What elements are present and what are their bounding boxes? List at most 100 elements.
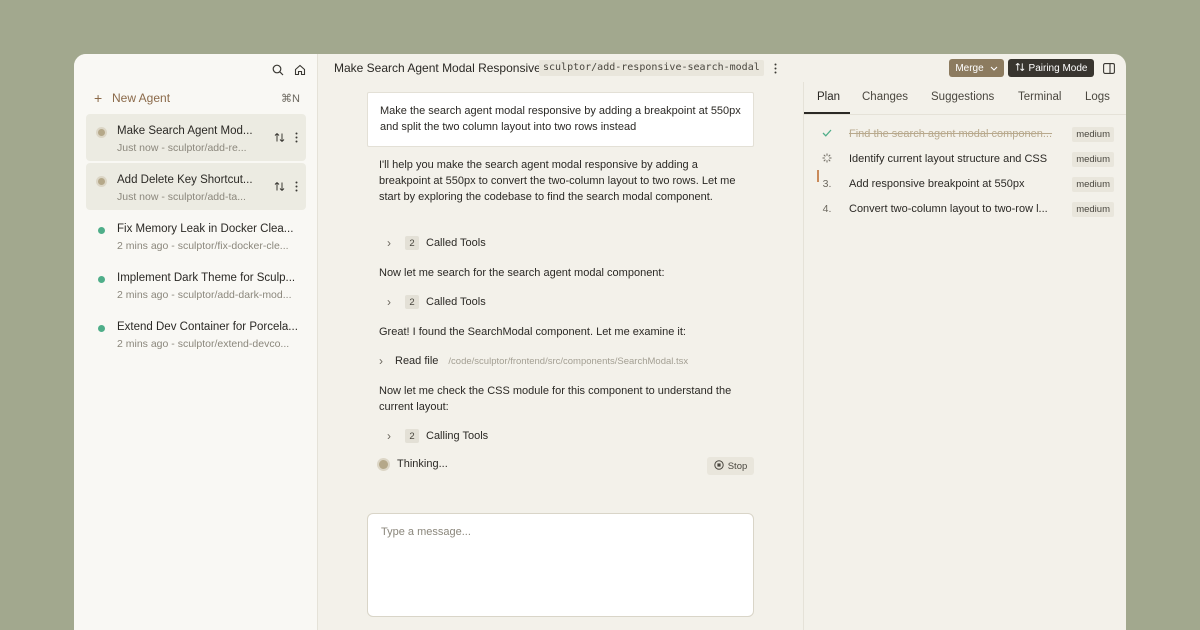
stop-label: Stop <box>727 460 748 472</box>
branch-name: sculptor/add-responsive-search-modal <box>539 60 764 76</box>
tab-suggestions[interactable]: Suggestions <box>931 91 994 103</box>
agent-subtitle: Just now - sculptor/add-re... <box>117 142 247 154</box>
tool-call-group[interactable]: › 2 Called Tools <box>387 235 486 251</box>
priority-badge: medium <box>1072 126 1114 142</box>
new-agent-button[interactable]: + New Agent ⌘N <box>94 90 300 106</box>
chevron-right-icon: › <box>387 295 391 309</box>
agent-subtitle: 2 mins ago - sculptor/add-dark-mod... <box>117 289 292 301</box>
status-running-icon <box>379 459 388 469</box>
file-path: /code/sculptor/frontend/src/components/S… <box>448 355 689 367</box>
more-icon[interactable] <box>295 130 298 148</box>
agent-title: Add Delete Key Shortcut... <box>117 174 253 186</box>
main-header: Make Search Agent Modal Responsive sculp… <box>319 54 1126 82</box>
status-running-icon <box>98 129 105 136</box>
thinking-label: Thinking... <box>397 458 448 470</box>
tab-logs[interactable]: Logs <box>1085 91 1110 103</box>
tool-call-group[interactable]: › 2 Called Tools <box>387 294 486 310</box>
sort-arrows-icon <box>1015 62 1025 75</box>
plan-item-number: 4. <box>822 203 832 215</box>
more-icon[interactable] <box>774 61 777 79</box>
assistant-message: Now let me check the CSS module for this… <box>379 385 732 413</box>
chevron-down-icon <box>990 63 998 74</box>
merge-button[interactable]: Merge <box>949 59 1004 77</box>
panel-tabs: Plan Changes Suggestions Terminal Logs <box>804 82 1126 115</box>
tool-count: 2 <box>405 295 419 309</box>
agent-actions <box>274 179 298 197</box>
agent-title: Extend Dev Container for Porcela... <box>117 321 298 333</box>
thinking-indicator: Thinking... <box>379 458 448 470</box>
agent-actions <box>274 130 298 148</box>
plus-icon: + <box>94 90 103 106</box>
read-file-label: Read file <box>395 355 439 367</box>
merge-label: Merge <box>955 62 984 74</box>
spinner-icon <box>818 153 836 166</box>
new-agent-shortcut: ⌘N <box>281 92 300 105</box>
agent-title: Make Search Agent Mod... <box>117 125 253 137</box>
status-done-icon <box>98 325 105 332</box>
sort-arrows-icon[interactable] <box>274 130 285 148</box>
stop-button[interactable]: Stop <box>707 457 754 475</box>
priority-badge: medium <box>1072 151 1114 167</box>
agent-subtitle: 2 mins ago - sculptor/fix-docker-cle... <box>117 240 289 252</box>
chevron-right-icon: › <box>379 354 383 368</box>
priority-badge: medium <box>1072 201 1114 217</box>
agent-item[interactable]: Fix Memory Leak in Docker Clea... 2 mins… <box>86 212 306 259</box>
pairing-mode-label: Pairing Mode <box>1028 62 1088 74</box>
read-file-row[interactable]: › Read file /code/sculptor/frontend/src/… <box>379 353 688 369</box>
right-panel: Plan Changes Suggestions Terminal Logs F… <box>803 82 1126 630</box>
plan-item-label: Add responsive breakpoint at 550px <box>849 178 1025 190</box>
plan-item: 3. Add responsive breakpoint at 550px me… <box>818 174 1114 194</box>
status-done-icon <box>98 276 105 283</box>
tool-call-label: Calling Tools <box>426 430 489 442</box>
agent-subtitle: 2 mins ago - sculptor/extend-devco... <box>117 338 290 350</box>
agent-item[interactable]: Add Delete Key Shortcut... Just now - sc… <box>86 163 306 210</box>
assistant-message: Now let me search for the search agent m… <box>379 267 665 279</box>
agent-item[interactable]: Implement Dark Theme for Sculp... 2 mins… <box>86 261 306 308</box>
status-done-icon <box>98 227 105 234</box>
agent-title: Fix Memory Leak in Docker Clea... <box>117 223 294 235</box>
chevron-right-icon: › <box>387 429 391 443</box>
plan-item-label: Convert two-column layout to two-row l..… <box>849 203 1048 215</box>
priority-badge: medium <box>1072 176 1114 192</box>
stop-icon <box>714 459 724 473</box>
assistant-message: I'll help you make the search agent moda… <box>379 159 736 203</box>
check-icon <box>818 128 836 140</box>
agent-item[interactable]: Make Search Agent Mod... Just now - scul… <box>86 114 306 161</box>
tool-call-label: Called Tools <box>426 296 486 308</box>
tool-count: 2 <box>405 236 419 250</box>
sort-arrows-icon[interactable] <box>274 179 285 197</box>
chevron-right-icon: › <box>387 236 391 250</box>
status-running-icon <box>98 178 105 185</box>
tool-call-label: Called Tools <box>426 237 486 249</box>
active-tab-indicator <box>804 112 850 114</box>
agent-list: Make Search Agent Mod... Just now - scul… <box>86 114 306 359</box>
tool-call-group[interactable]: › 2 Calling Tools <box>387 428 488 444</box>
plan-item: Identify current layout structure and CS… <box>818 149 1114 169</box>
pairing-mode-button[interactable]: Pairing Mode <box>1008 59 1094 77</box>
agent-subtitle: Just now - sculptor/add-ta... <box>117 191 246 203</box>
sidebar: + New Agent ⌘N Make Search Agent Mod... … <box>74 54 318 630</box>
plan-item: 4. Convert two-column layout to two-row … <box>818 199 1114 219</box>
tab-plan[interactable]: Plan <box>817 91 840 103</box>
tab-terminal[interactable]: Terminal <box>1018 91 1061 103</box>
user-message: Make the search agent modal responsive b… <box>367 92 754 147</box>
plan-item-label: Identify current layout structure and CS… <box>849 153 1048 165</box>
tab-changes[interactable]: Changes <box>862 91 908 103</box>
agent-item[interactable]: Extend Dev Container for Porcela... 2 mi… <box>86 310 306 357</box>
plan-item: Find the search agent modal componen... … <box>818 124 1114 144</box>
chat-panel: Make the search agent modal responsive b… <box>319 82 803 630</box>
sidebar-toolbar <box>269 61 309 79</box>
message-input[interactable] <box>381 526 740 604</box>
search-icon[interactable] <box>269 61 287 79</box>
new-agent-label: New Agent <box>112 91 171 105</box>
home-icon[interactable] <box>291 61 309 79</box>
more-icon[interactable] <box>295 179 298 197</box>
app-window: + New Agent ⌘N Make Search Agent Mod... … <box>74 54 1126 630</box>
plan-item-number: 3. <box>822 178 832 190</box>
panel-toggle-icon[interactable] <box>1100 59 1118 77</box>
page-title: Make Search Agent Modal Responsive <box>334 61 541 75</box>
message-composer <box>367 513 754 617</box>
agent-title: Implement Dark Theme for Sculp... <box>117 272 296 284</box>
plan-item-label: Find the search agent modal componen... <box>849 128 1053 140</box>
assistant-message: Great! I found the SearchModal component… <box>379 326 686 338</box>
